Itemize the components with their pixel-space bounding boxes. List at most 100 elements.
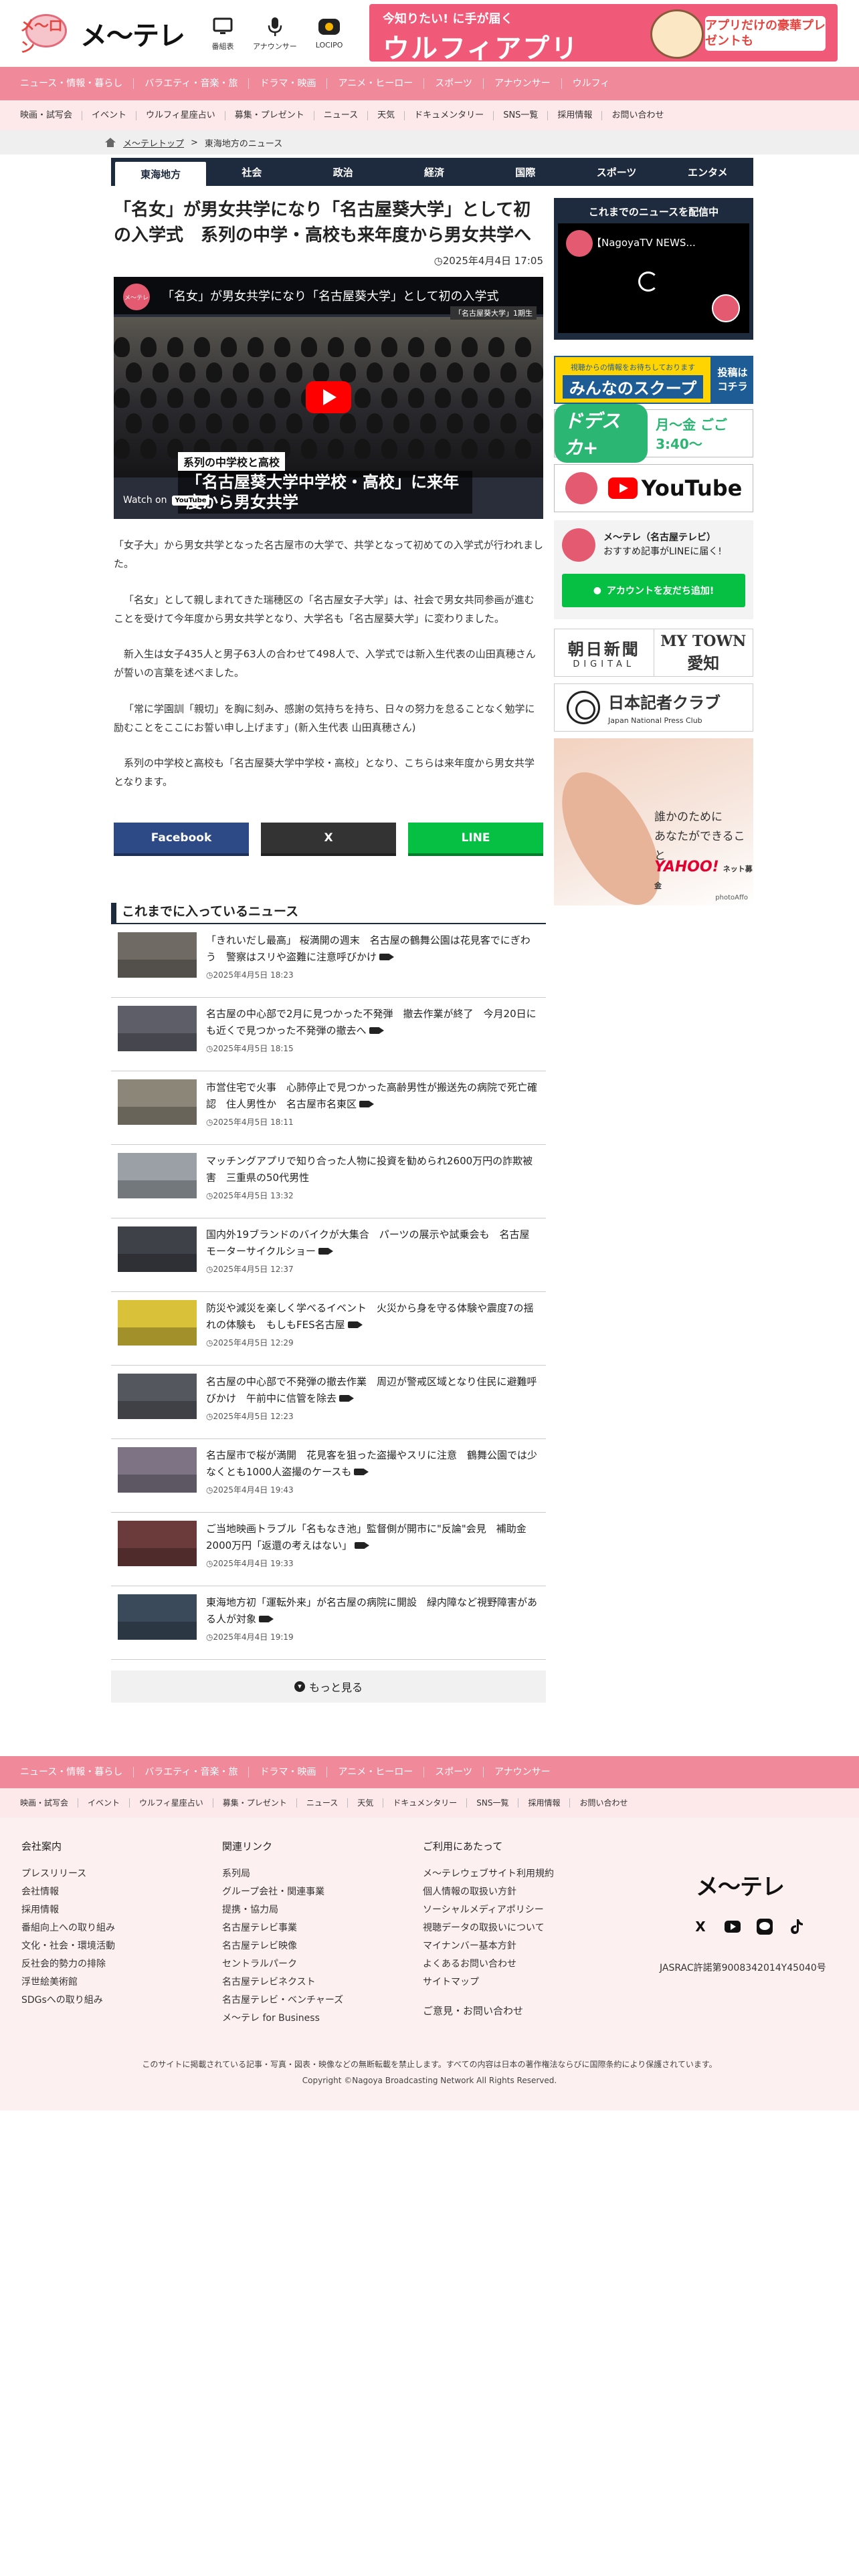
nav-item[interactable]: アニメ・ヒーロー <box>327 78 425 89</box>
video-player[interactable]: 「名女」が男女共学になり「名古屋葵大学」として初の入学式 メ〜テレ 「名古屋葵大… <box>114 277 543 520</box>
nav-item[interactable]: ニュース・情報・暮らし <box>20 78 134 89</box>
footer-link[interactable]: 浮世絵美術館 <box>21 1973 115 1992</box>
footer-contact-link[interactable]: ご意見・お問い合わせ <box>423 2002 554 2020</box>
header-link-locipo[interactable]: LOCIPO <box>316 15 343 51</box>
dodesuka-banner[interactable]: ドデスカ+ 月〜金 ごご3:40〜 <box>554 404 753 463</box>
footer-subnav-item[interactable]: イベント <box>78 1798 130 1808</box>
news-item-title[interactable]: 市営住宅で火事 心肺停止で見つかった高齢男性が搬送先の病院で死亡確認 住人男性か… <box>206 1079 539 1113</box>
news-thumbnail[interactable] <box>118 1005 197 1051</box>
news-item-title[interactable]: 国内外19ブランドのバイクが大集合 パーツの展示や試乗会も 名古屋モーターサイク… <box>206 1226 539 1260</box>
subnav-item[interactable]: ドキュメンタリー <box>405 110 494 120</box>
footer-subnav-item[interactable]: 募集・プレゼント <box>213 1798 297 1808</box>
category-tab[interactable]: エンタメ <box>662 158 753 186</box>
nav-item[interactable]: バラエティ・音楽・旅 <box>134 78 250 89</box>
breadcrumb-home-link[interactable]: メ〜テレトップ <box>123 136 184 149</box>
news-thumbnail[interactable] <box>118 1373 197 1419</box>
news-item-title[interactable]: 東海地方初「運転外来」が名古屋の病院に開設 緑内障など視野障害がある人が対象 <box>206 1594 539 1628</box>
mascot-logo[interactable]: メ〜ロン <box>20 10 74 57</box>
news-item[interactable]: 名古屋の中心部で不発弾の撤去作業 周辺が警戒区域となり住民に避難呼びかけ 午前中… <box>111 1366 546 1439</box>
news-item[interactable]: 国内外19ブランドのバイクが大集合 パーツの展示や試乗会も 名古屋モーターサイク… <box>111 1218 546 1292</box>
subnav-item[interactable]: 採用情報 <box>548 110 603 120</box>
x-icon[interactable]: X <box>692 1918 709 1935</box>
footer-link[interactable]: 名古屋テレビ事業 <box>222 1919 343 1937</box>
news-thumbnail[interactable] <box>118 1152 197 1198</box>
news-item-title[interactable]: 名古屋の中心部で2月に見つかった不発弾 撤去作業が終了 今月20日にも近くで見つ… <box>206 1006 539 1039</box>
category-tab[interactable]: 社会 <box>206 158 297 186</box>
app-promo-banner[interactable]: 今知りたい! に手が届く ウルフィアプリ アプリだけの豪華プレゼントも <box>369 4 838 62</box>
footer-link[interactable]: 採用情報 <box>21 1901 115 1919</box>
footer-subnav-item[interactable]: 採用情報 <box>518 1798 571 1808</box>
footer-subnav-item[interactable]: SNS一覧 <box>467 1798 519 1808</box>
news-thumbnail[interactable] <box>118 932 197 978</box>
line-icon[interactable] <box>756 1918 773 1935</box>
category-tab[interactable]: 国際 <box>480 158 571 186</box>
youtube-icon[interactable] <box>724 1918 741 1935</box>
subnav-item[interactable]: 映画・試写会 <box>20 110 83 120</box>
share-facebook-button[interactable]: Facebook <box>114 822 249 856</box>
nav-item[interactable]: ウルフィ <box>562 78 621 89</box>
news-item-title[interactable]: 「きれいだし最高」 桜満開の週末 名古屋の鶴舞公園は花見客でにぎわう 警察はスリ… <box>206 932 539 966</box>
footer-subnav-item[interactable]: お問い合わせ <box>570 1798 637 1808</box>
news-item-title[interactable]: ご当地映画トラブル「名もなき池」監督側が開市に"反論"会見 補助金2000万円「… <box>206 1521 539 1554</box>
footer-link[interactable]: メ〜テレ for Business <box>222 2010 343 2028</box>
footer-link[interactable]: ソーシャルメディアポリシー <box>423 1901 554 1919</box>
footer-subnav-item[interactable]: ニュース <box>297 1798 349 1808</box>
category-tab[interactable]: 東海地方 <box>115 162 207 186</box>
footer-link[interactable]: 視聴データの取扱いについて <box>423 1919 554 1937</box>
footer-link[interactable]: 名古屋テレビネクスト <box>222 1973 343 1992</box>
share-line-button[interactable]: LINE <box>408 822 543 856</box>
footer-link[interactable]: 文化・社会・環境活動 <box>21 1937 115 1955</box>
more-button[interactable]: ▾ もっと見る <box>111 1670 546 1703</box>
watch-on-youtube[interactable]: Watch on YouTube <box>123 495 209 506</box>
footer-link[interactable]: メ〜テレウェブサイト利用規約 <box>423 1865 554 1883</box>
news-item-title[interactable]: 名古屋市で桜が満開 花見客を狙った盗撮やスリに注意 鶴舞公園では少なくとも100… <box>206 1447 539 1481</box>
footer-link[interactable]: 会社情報 <box>21 1883 115 1901</box>
subnav-item[interactable]: お問い合わせ <box>602 110 673 120</box>
subnav-item[interactable]: イベント <box>82 110 137 120</box>
tiktok-icon[interactable] <box>788 1918 805 1935</box>
news-item-title[interactable]: 防災や減災を楽しく学べるイベント 火災から身を守る体験や震度7の揺れの体験も も… <box>206 1300 539 1333</box>
yahoo-donation-banner[interactable]: 誰かのために あなたができること YAHOO! ネット募金 photoAffo <box>542 738 753 921</box>
footer-link[interactable]: 系列局 <box>222 1865 343 1883</box>
news-item[interactable]: 東海地方初「運転外来」が名古屋の病院に開設 緑内障など視野障害がある人が対象 ◷2… <box>111 1586 546 1660</box>
press-club-banner[interactable]: 日本記者クラブ Japan National Press Club <box>554 683 753 732</box>
youtube-channel-banner[interactable]: YouTube <box>554 464 753 512</box>
news-item[interactable]: 防災や減災を楽しく学べるイベント 火災から身を守る体験や震度7の揺れの体験も も… <box>111 1292 546 1366</box>
subnav-item[interactable]: 天気 <box>368 110 405 120</box>
category-tab[interactable]: 政治 <box>298 158 389 186</box>
live-stream-player[interactable]: 【NagoyaTV NEWS... <box>558 223 749 333</box>
nav-item[interactable]: アナウンサー <box>484 78 562 89</box>
news-thumbnail[interactable] <box>118 1446 197 1493</box>
asahi-mytown-banner[interactable]: 朝日新聞 DIGITAL MY TOWN 愛知 <box>554 629 753 677</box>
nav-item[interactable]: スポーツ <box>424 78 484 89</box>
footer-subnav-item[interactable]: 映画・試写会 <box>20 1798 79 1808</box>
footer-nav-item[interactable]: ドラマ・映画 <box>249 1767 328 1778</box>
category-tab[interactable]: スポーツ <box>571 158 662 186</box>
footer-link[interactable]: グループ会社・関連事業 <box>222 1883 343 1901</box>
footer-link[interactable]: プレスリリース <box>21 1865 115 1883</box>
footer-link[interactable]: サイトマップ <box>423 1973 554 1992</box>
asahi-digital-link[interactable]: 朝日新聞 DIGITAL <box>555 629 654 676</box>
footer-link[interactable]: 個人情報の取扱い方針 <box>423 1883 554 1901</box>
news-item-title[interactable]: マッチングアプリで知り合った人物に投資を勧められ2600万円の詐欺被害 三重県の… <box>206 1153 539 1186</box>
footer-subnav-item[interactable]: 天気 <box>348 1798 384 1808</box>
footer-link[interactable]: 提携・協力局 <box>222 1901 343 1919</box>
subnav-item[interactable]: SNS一覧 <box>494 110 549 120</box>
subnav-item[interactable]: ウルフィ星座占い <box>136 110 225 120</box>
line-add-friend-button[interactable]: ● アカウントを友だち追加! <box>562 574 745 607</box>
footer-subnav-item[interactable]: ウルフィ星座占い <box>130 1798 213 1808</box>
nav-item[interactable]: ドラマ・映画 <box>249 78 328 89</box>
footer-link[interactable]: SDGsへの取り組み <box>21 1992 115 2010</box>
footer-nav-item[interactable]: バラエティ・音楽・旅 <box>134 1767 250 1778</box>
footer-link[interactable]: 名古屋テレビ映像 <box>222 1937 343 1955</box>
news-item[interactable]: 名古屋市で桜が満開 花見客を狙った盗撮やスリに注意 鶴舞公園では少なくとも100… <box>111 1439 546 1513</box>
header-link-schedule[interactable]: 番組表 <box>211 15 234 51</box>
news-item[interactable]: 市営住宅で火事 心肺停止で見つかった高齢男性が搬送先の病院で死亡確認 住人男性か… <box>111 1071 546 1145</box>
scoop-banner[interactable]: 視聴からの情報をお待ちしております みんなのスクープ 投稿は コチラ <box>554 356 753 404</box>
footer-link[interactable]: マイナンバー基本方針 <box>423 1937 554 1955</box>
footer-link[interactable]: セントラルパーク <box>222 1955 343 1973</box>
subnav-item[interactable]: ニュース <box>314 110 369 120</box>
footer-logo[interactable]: メ〜テレ <box>696 1868 785 1901</box>
subnav-item[interactable]: 募集・プレゼント <box>225 110 314 120</box>
news-thumbnail[interactable] <box>118 1079 197 1125</box>
